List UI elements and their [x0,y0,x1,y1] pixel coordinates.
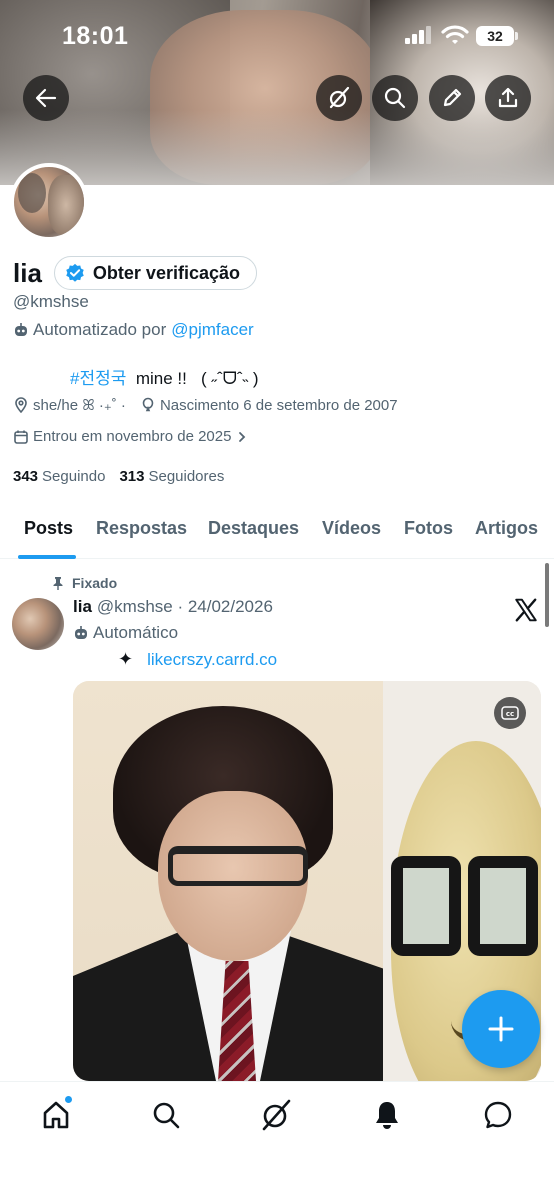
following-label: Seguindo [42,468,106,485]
pin-icon [53,577,63,590]
media-photo-part [168,846,308,886]
notifications-bell-icon [376,1102,398,1129]
automated-prefix: Automatizado por [33,320,167,339]
cellular-signal-icon [405,26,431,44]
profile-pronouns: she/he ꕤ ·₊˚ · [33,397,126,414]
follow-stats: 343 Seguindo 313 Seguidores [13,468,238,485]
tab-videos[interactable]: Vídeos [322,518,381,539]
profile-bio: #전정국 mine !! ( ˶ˆᗜˆ˵ ) [70,364,259,389]
avatar-photo-part [18,173,46,213]
back-button[interactable] [23,75,69,121]
profile-tabs: Posts Respostas Destaques Vídeos Fotos A… [0,505,554,559]
nav-notifications[interactable] [369,1097,405,1133]
tab-photos[interactable]: Fotos [404,518,453,539]
profile-joined: Entrou em novembro de 2025 [33,428,232,445]
share-icon [498,87,518,108]
bio-hashtag[interactable]: #전정국 [70,369,126,388]
grok-icon [262,1099,291,1131]
grok-button[interactable] [316,75,362,121]
followers-label: Seguidores [148,468,225,485]
media-photo-part [391,856,461,956]
followers-link[interactable]: 313 Seguidores [119,468,224,485]
post-link[interactable]: likecrszy.carrd.co [147,650,277,670]
following-count: 343 [13,468,39,485]
bio-text: mine !! ( ˶ˆᗜˆ˵ ) [126,369,259,388]
profile-name: lia [13,257,42,288]
nav-grok[interactable] [258,1097,294,1133]
wifi-icon [441,25,469,44]
share-button[interactable] [485,75,531,121]
pinned-label: Fixado [52,575,117,591]
plus-icon [488,1016,514,1042]
back-arrow-icon [35,88,57,108]
edit-button[interactable] [429,75,475,121]
joined-date-row[interactable]: Entrou em novembro de 2025 [13,428,247,445]
battery-indicator: 32 [476,26,518,46]
home-notification-dot [64,1095,73,1104]
get-verified-button[interactable]: Obter verificação [53,256,257,290]
tab-posts[interactable]: Posts [24,518,73,539]
automated-by: Automatizado por @pjmfacer [13,320,254,340]
grok-icon [329,86,350,109]
profile-handle: @kmshse [13,292,89,311]
sparkle-glyph: ✦ [118,649,134,669]
banner-photo-part [0,110,554,185]
tab-replies[interactable]: Respostas [96,518,187,539]
verified-badge-icon [66,263,84,282]
post-author-name[interactable]: lia [73,597,92,617]
captions-icon: cc [501,706,519,720]
post-text: ✦ likecrszy.carrd.co [118,649,277,670]
bot-icon [15,323,27,336]
search-button[interactable] [372,75,418,121]
post-header: lia @kmshse · 24/02/2026 [73,597,273,617]
profile-birthdate: Nascimento 6 de setembro de 2007 [159,396,398,414]
following-link[interactable]: 343 Seguindo [13,468,105,485]
captions-label: cc [506,710,514,718]
post-automated-label: Automático [93,623,179,642]
bot-icon [75,626,87,639]
pinned-text: Fixado [72,575,118,591]
location-pin-icon [15,397,27,413]
post-automated: Automático [73,623,178,643]
search-icon [384,87,406,109]
x-logo-icon [515,598,537,622]
tab-highlights[interactable]: Destaques [208,518,299,539]
search-icon [153,1102,180,1129]
status-time: 18:01 [62,22,129,50]
status-bar: 18:01 32 [0,0,554,72]
tab-articles[interactable]: Artigos [475,518,538,539]
bottom-navigation [0,1081,554,1199]
scrollbar[interactable] [545,563,549,627]
followers-count: 313 [119,468,145,485]
post-author-avatar[interactable] [12,598,64,650]
edit-pencil-icon [443,88,462,107]
chevron-right-icon [239,431,246,442]
compose-button[interactable] [462,990,540,1068]
profile-meta-row: she/he ꕤ ·₊˚ · Nascimento 6 de setembro … [13,396,398,414]
profile-avatar[interactable] [10,163,88,241]
captions-button[interactable]: cc [494,697,526,729]
balloon-icon [142,397,154,412]
active-tab-indicator [18,555,76,559]
post-meta: @kmshse · 24/02/2026 [96,597,273,616]
nav-search[interactable] [148,1097,184,1133]
messages-icon [484,1101,512,1129]
media-photo-part [468,856,538,956]
avatar-photo-part [48,175,84,235]
nav-messages[interactable] [480,1097,516,1133]
automated-by-link[interactable]: @pjmfacer [171,320,253,340]
get-verified-label: Obter verificação [92,262,240,283]
calendar-icon [14,430,28,444]
name-row: lia Obter verificação [13,256,257,290]
